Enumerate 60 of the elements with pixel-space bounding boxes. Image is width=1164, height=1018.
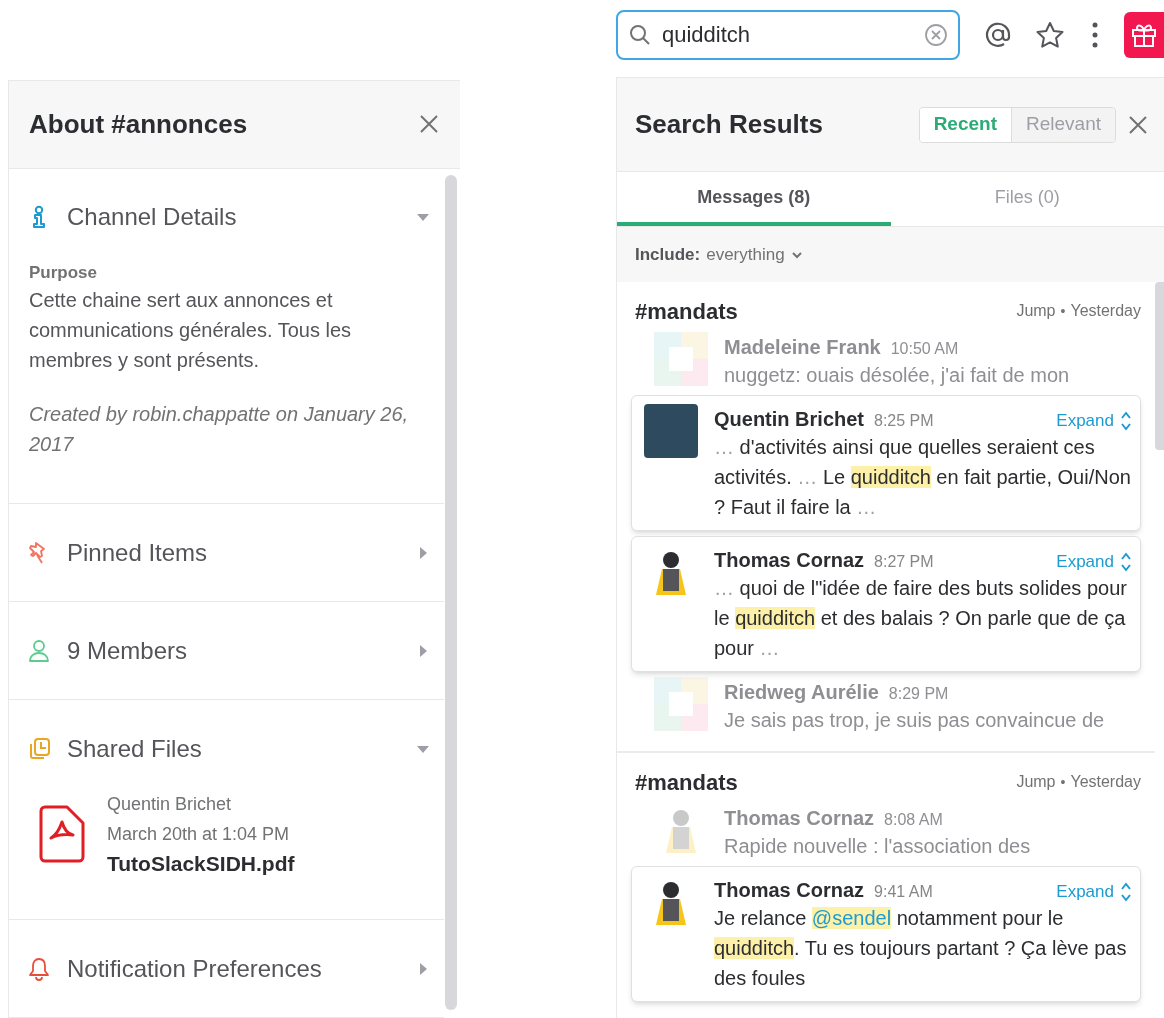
- panel-title: About #annonces: [29, 107, 248, 141]
- message-time: 8:25 PM: [874, 411, 934, 431]
- file-date: March 20th at 1:04 PM: [107, 823, 291, 846]
- file-name-link[interactable]: TutoSlackSIDH.pdf: [107, 849, 295, 879]
- identicon-avatar: [654, 677, 708, 731]
- message-time: 9:41 AM: [874, 882, 933, 902]
- channel-name: #mandats: [635, 768, 739, 797]
- pdf-file-icon: [39, 805, 85, 863]
- author-name: Quentin Brichet: [714, 407, 864, 432]
- up-down-chevron-icon: [1120, 550, 1132, 573]
- separator-dot: •: [1060, 772, 1066, 792]
- channel-name: #mandats: [635, 297, 739, 326]
- up-down-chevron-icon: [1120, 409, 1132, 432]
- section-header[interactable]: 9 Members: [9, 602, 444, 699]
- jump-link[interactable]: Jump: [1016, 770, 1056, 794]
- include-filter-dropdown[interactable]: Include: everything: [635, 241, 803, 268]
- message-card[interactable]: Thomas Cornaz 8:27 PM Expand … quoi de l"idée de faire des buts solides pour le quidditch et des balais ? On parle que de ça pour …: [631, 536, 1141, 672]
- author-name: Thomas Cornaz: [724, 806, 875, 831]
- date-label: Yesterday: [1070, 301, 1141, 321]
- message-time: 10:50 AM: [890, 339, 959, 359]
- message-text: Je relance @sendel notamment pour le quidditch. Tu es toujours partant ? Ça lève pas des foules: [714, 906, 1128, 991]
- separator-dot: •: [1060, 301, 1066, 321]
- date-label: Yesterday: [1070, 772, 1141, 792]
- message-text: … quoi de l"idée de faire des buts solides pour le quidditch et des balais ? On parle que de ça pour …: [714, 576, 1128, 661]
- gift-button[interactable]: [1124, 12, 1164, 58]
- message-text: Je sais pas trop, je suis pas convaincue de: [724, 708, 1106, 733]
- scrollbar[interactable]: [445, 174, 457, 1010]
- up-down-chevron-icon: [1120, 880, 1132, 903]
- chevron-down-icon: [790, 250, 803, 259]
- at-sign-icon: [984, 21, 1012, 49]
- message-card[interactable]: Quentin Brichet 8:25 PM Expand … d'activités ainsi que quelles seraient ces activités. … Le quidditch en fait partie, Oui/Non ? Faut il faire la …: [631, 395, 1141, 531]
- message-text: nuggetz: ouais désolée, j'ai fait de mon: [724, 363, 1071, 388]
- author-name: Thomas Cornaz: [714, 878, 865, 903]
- search-icon: [628, 23, 652, 47]
- message-time: 8:08 AM: [884, 810, 943, 830]
- star-icon: [1035, 21, 1065, 49]
- panel-title: Search Results: [635, 108, 824, 141]
- created-by-text: Created by robin.chappatte on January 26, 2017: [29, 402, 410, 457]
- author-name: Riedweg Aurélie: [724, 680, 879, 705]
- message-time: 8:27 PM: [874, 552, 934, 572]
- files-icon: [27, 736, 51, 761]
- message-text: Rapide nouvelle : l'association des: [724, 834, 1032, 859]
- purpose-text: Cette chaine sert aux annonces et communications générales. Tous les membres y sont présents.: [29, 288, 353, 373]
- person-icon: [27, 638, 51, 663]
- gift-icon: [1131, 22, 1157, 48]
- jump-link[interactable]: Jump: [1016, 299, 1056, 323]
- author-name: Thomas Cornaz: [714, 548, 865, 573]
- bell-icon: [27, 956, 51, 981]
- clear-icon[interactable]: [924, 23, 948, 47]
- identicon-avatar: [654, 332, 708, 386]
- section-header[interactable]: Notification Preferences: [9, 920, 444, 1017]
- search-field[interactable]: quidditch: [616, 10, 960, 60]
- message-text: … d'activités ainsi que quelles seraient ces activités. … Le quidditch en fait partie, Oui/Non ? Faut il faire la …: [714, 435, 1132, 520]
- message-time: 8:29 PM: [888, 684, 949, 704]
- more-icon: [1091, 21, 1099, 49]
- section-header[interactable]: Pinned Items: [9, 504, 444, 601]
- close-icon: [1127, 113, 1149, 136]
- author-name: Madeleine Frank: [724, 335, 881, 360]
- photo-placeholder: [644, 404, 698, 458]
- scrollbar[interactable]: [1155, 282, 1164, 450]
